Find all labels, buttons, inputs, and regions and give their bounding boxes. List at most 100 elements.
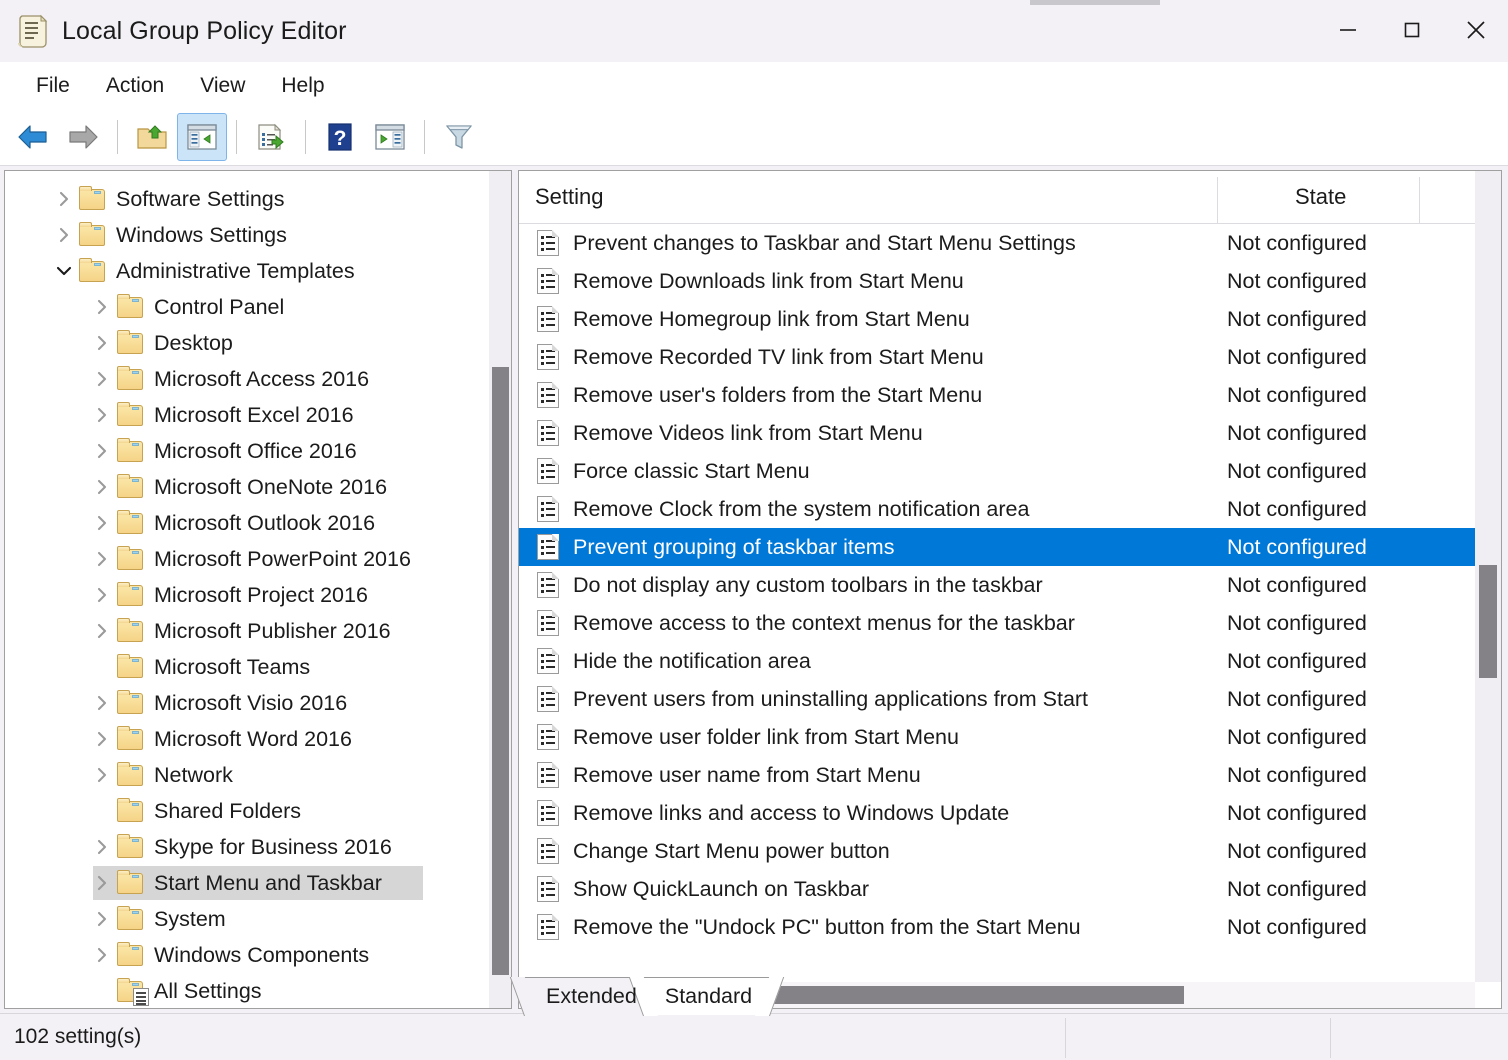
settings-row-state: Not configured [1227, 724, 1367, 749]
settings-rows: Prevent changes to Taskbar and Start Men… [519, 224, 1475, 946]
tree-item-microsoft-powerpoint-2016[interactable]: Microsoft PowerPoint 2016 [5, 541, 511, 577]
tree-item-microsoft-office-2016[interactable]: Microsoft Office 2016 [5, 433, 511, 469]
settings-row[interactable]: Prevent users from uninstalling applicat… [519, 680, 1475, 718]
chevron-right-icon[interactable] [89, 767, 115, 783]
tree-item-system[interactable]: System [5, 901, 511, 937]
chevron-right-icon[interactable] [89, 947, 115, 963]
close-button[interactable] [1444, 0, 1508, 60]
settings-row[interactable]: Remove user folder link from Start Menu N… [519, 718, 1475, 756]
settings-row[interactable]: Remove links and access to Windows Updat… [519, 794, 1475, 832]
chevron-right-icon[interactable] [89, 515, 115, 531]
tree-item-skype-for-business-2016[interactable]: Skype for Business 2016 [5, 829, 511, 865]
tree-item-control-panel[interactable]: Control Panel [5, 289, 511, 325]
settings-row[interactable]: Remove the "Undock PC" button from the S… [519, 908, 1475, 946]
tree-item-label: All Settings [154, 978, 262, 1003]
settings-row[interactable]: Show QuickLaunch on Taskbar Not configure… [519, 870, 1475, 908]
export-list-icon[interactable] [246, 113, 296, 161]
column-divider[interactable] [1419, 177, 1420, 223]
menu-help[interactable]: Help [265, 71, 340, 101]
tree-item-label: Skype for Business 2016 [154, 834, 392, 859]
settings-row[interactable]: Remove user's folders from the Start Men… [519, 376, 1475, 414]
tree-item-windows-components[interactable]: Windows Components [5, 937, 511, 973]
tree-item-microsoft-onenote-2016[interactable]: Microsoft OneNote 2016 [5, 469, 511, 505]
chevron-right-icon[interactable] [89, 335, 115, 351]
help-icon[interactable]: ? [315, 113, 365, 161]
tree-item-software-settings[interactable]: Software Settings [5, 181, 511, 217]
column-header-setting[interactable]: Setting [519, 184, 604, 210]
window-title: Local Group Policy Editor [62, 16, 347, 45]
up-one-level-icon[interactable] [127, 113, 177, 161]
chevron-down-icon[interactable] [51, 263, 77, 279]
menu-file[interactable]: File [20, 71, 86, 101]
view-tabs: Extended Standard [524, 973, 771, 1015]
tree-item-label: Desktop [154, 330, 233, 355]
settings-row[interactable]: Remove Downloads link from Start Menu Not… [519, 262, 1475, 300]
settings-row[interactable]: Remove access to the context menus for t… [519, 604, 1475, 642]
forward-arrow-icon[interactable] [58, 113, 108, 161]
chevron-right-icon[interactable] [89, 695, 115, 711]
menu-action[interactable]: Action [90, 71, 180, 101]
tree-item-microsoft-outlook-2016[interactable]: Microsoft Outlook 2016 [5, 505, 511, 541]
tree-item-administrative-templates[interactable]: Administrative Templates [5, 253, 511, 289]
settings-row[interactable]: Remove Recorded TV link from Start Menu N… [519, 338, 1475, 376]
settings-row[interactable]: Remove Homegroup link from Start Menu Not… [519, 300, 1475, 338]
folder-icon [115, 942, 145, 967]
settings-row[interactable]: Prevent changes to Taskbar and Start Men… [519, 224, 1475, 262]
tree-item-start-menu-and-taskbar[interactable]: Start Menu and Taskbar [5, 865, 511, 901]
settings-row-name: Do not display any custom toolbars in th… [573, 572, 1043, 597]
chevron-right-icon[interactable] [89, 299, 115, 315]
tree-vertical-scrollbar[interactable] [489, 171, 511, 1008]
tree-item-microsoft-excel-2016[interactable]: Microsoft Excel 2016 [5, 397, 511, 433]
show-hide-console-tree-icon[interactable] [177, 113, 227, 161]
tree-item-windows-settings[interactable]: Windows Settings [5, 217, 511, 253]
list-scrollbar-thumb[interactable] [1479, 565, 1497, 678]
maximize-button[interactable] [1380, 0, 1444, 60]
tree-item-microsoft-word-2016[interactable]: Microsoft Word 2016 [5, 721, 511, 757]
settings-row[interactable]: Prevent grouping of taskbar items Not con… [519, 528, 1475, 566]
settings-row[interactable]: Remove Clock from the system notificatio… [519, 490, 1475, 528]
tab-standard[interactable]: Standard [642, 977, 771, 1015]
chevron-right-icon[interactable] [51, 191, 77, 207]
tree-item-microsoft-project-2016[interactable]: Microsoft Project 2016 [5, 577, 511, 613]
tree-item-all-settings[interactable]: All Settings [5, 973, 511, 1008]
menu-view[interactable]: View [184, 71, 261, 101]
settings-row[interactable]: Hide the notification area Not configured [519, 642, 1475, 680]
column-header-state[interactable]: State [1295, 184, 1346, 210]
chevron-right-icon[interactable] [89, 479, 115, 495]
settings-row[interactable]: Change Start Menu power button Not config… [519, 832, 1475, 870]
chevron-right-icon[interactable] [89, 407, 115, 423]
tree-item-network[interactable]: Network [5, 757, 511, 793]
settings-row[interactable]: Remove Videos link from Start Menu Not co… [519, 414, 1475, 452]
chevron-right-icon[interactable] [89, 911, 115, 927]
tree-item-microsoft-visio-2016[interactable]: Microsoft Visio 2016 [5, 685, 511, 721]
chevron-right-icon[interactable] [89, 587, 115, 603]
chevron-right-icon[interactable] [89, 875, 115, 891]
chevron-right-icon[interactable] [89, 731, 115, 747]
policy-setting-icon [537, 723, 563, 751]
folder-icon [115, 294, 145, 319]
console-tree[interactable]: Software Settings Windows Settings Adminis… [5, 171, 511, 1008]
settings-row[interactable]: Remove user name from Start Menu Not conf… [519, 756, 1475, 794]
chevron-right-icon[interactable] [51, 227, 77, 243]
tab-standard-label: Standard [664, 984, 753, 1008]
tree-item-microsoft-teams[interactable]: Microsoft Teams [5, 649, 511, 685]
chevron-right-icon[interactable] [89, 623, 115, 639]
back-arrow-icon[interactable] [8, 113, 58, 161]
minimize-button[interactable] [1316, 0, 1380, 60]
tree-item-shared-folders[interactable]: Shared Folders [5, 793, 511, 829]
tree-scrollbar-thumb[interactable] [492, 367, 509, 975]
tree-item-desktop[interactable]: Desktop [5, 325, 511, 361]
settings-row[interactable]: Do not display any custom toolbars in th… [519, 566, 1475, 604]
chevron-right-icon[interactable] [89, 371, 115, 387]
list-vertical-scrollbar[interactable] [1475, 171, 1501, 982]
filter-icon[interactable] [434, 113, 484, 161]
chevron-right-icon[interactable] [89, 443, 115, 459]
settings-row-state: Not configured [1227, 572, 1367, 597]
chevron-right-icon[interactable] [89, 551, 115, 567]
tree-item-microsoft-access-2016[interactable]: Microsoft Access 2016 [5, 361, 511, 397]
show-action-pane-icon[interactable] [365, 113, 415, 161]
tree-item-microsoft-publisher-2016[interactable]: Microsoft Publisher 2016 [5, 613, 511, 649]
settings-row[interactable]: Force classic Start Menu Not configured [519, 452, 1475, 490]
chevron-right-icon[interactable] [89, 839, 115, 855]
column-divider[interactable] [1217, 177, 1218, 223]
